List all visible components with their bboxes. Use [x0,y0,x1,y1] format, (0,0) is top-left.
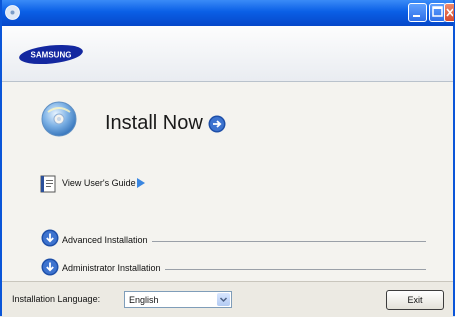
arrow-down-circle-icon[interactable] [41,258,59,276]
play-arrow-icon[interactable] [136,178,146,188]
logo-text: SAMSUNG [31,51,72,60]
disc-app-icon [5,5,20,20]
install-now-link[interactable]: Install Now [105,112,203,135]
exit-button[interactable]: Exit [386,290,444,310]
maximize-icon [432,6,443,17]
close-icon [446,8,454,17]
header-banner: SAMSUNG [2,26,453,82]
arrow-down-circle-icon[interactable] [41,229,59,247]
installation-language-select[interactable]: English [124,291,232,308]
user-guide-book-icon[interactable] [40,175,56,193]
administrator-installation-link[interactable]: Administrator Installation [62,263,165,273]
samsung-logo: SAMSUNG [19,44,83,65]
arrow-right-circle-icon[interactable] [208,115,226,133]
installation-language-label: Installation Language: [12,294,101,304]
minimize-icon [413,15,420,17]
selected-language: English [129,295,159,305]
close-button[interactable] [444,3,454,22]
title-bar[interactable] [2,0,454,26]
cd-install-icon[interactable] [40,100,78,138]
view-users-guide-link[interactable]: View User's Guide [62,178,136,188]
advanced-installation-link[interactable]: Advanced Installation [62,235,152,245]
chevron-down-icon [219,297,228,303]
minimize-button[interactable] [408,3,427,22]
dropdown-button[interactable] [217,293,230,306]
installer-window: SAMSUNG Install Now View User's Guide Ad… [0,0,455,317]
footer-bar: Installation Language: English Exit [2,281,453,317]
